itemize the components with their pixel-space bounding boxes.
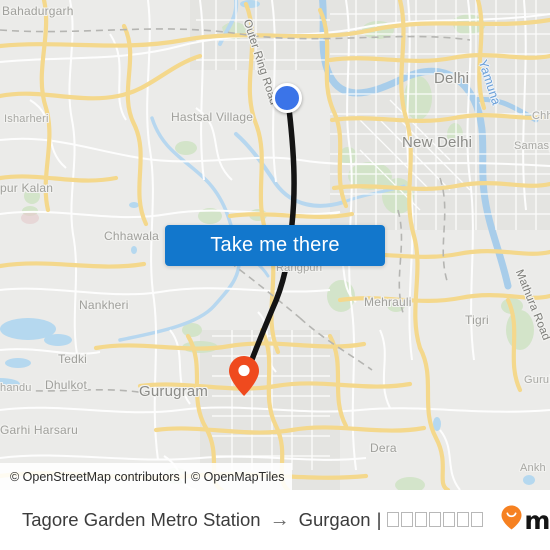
moovit-route-card: Bahadurgarh Isharheri Hastsal Village Delhi…	[0, 0, 550, 550]
untranslated-glyphs	[387, 510, 485, 530]
map-canvas[interactable]: Bahadurgarh Isharheri Hastsal Village Delhi…	[0, 0, 550, 490]
origin-name: Tagore Garden Metro Station	[22, 509, 261, 530]
missing-glyph-box	[387, 512, 400, 527]
destination-name: Gurgaon	[298, 509, 371, 530]
moovit-logo[interactable]: moovit	[501, 505, 550, 535]
arrow-right-icon: →	[269, 509, 290, 531]
missing-glyph-box	[457, 512, 470, 527]
destination-pin-icon[interactable]	[228, 355, 260, 397]
missing-glyph-box	[401, 512, 414, 527]
attribution-osm[interactable]: © OpenStreetMap contributors	[10, 470, 180, 484]
missing-glyph-box	[415, 512, 428, 527]
missing-glyph-box	[443, 512, 456, 527]
footer-separator: |	[376, 509, 382, 530]
attribution-maptiles[interactable]: © OpenMapTiles	[191, 470, 285, 484]
route-footer: Tagore Garden Metro Station → Gurgaon | …	[0, 490, 550, 550]
missing-glyph-box	[429, 512, 442, 527]
take-me-there-button[interactable]: Take me there	[165, 225, 385, 266]
origin-dot-icon[interactable]	[272, 83, 302, 113]
attribution-separator: |	[183, 469, 187, 484]
route-summary: Tagore Garden Metro Station → Gurgaon | …	[22, 505, 550, 535]
missing-glyph-box	[471, 512, 484, 527]
moovit-pin-smile-icon	[501, 505, 522, 535]
map-attribution: © OpenStreetMap contributors | © OpenMap…	[0, 463, 293, 490]
moovit-wordmark: moovit	[524, 505, 550, 535]
